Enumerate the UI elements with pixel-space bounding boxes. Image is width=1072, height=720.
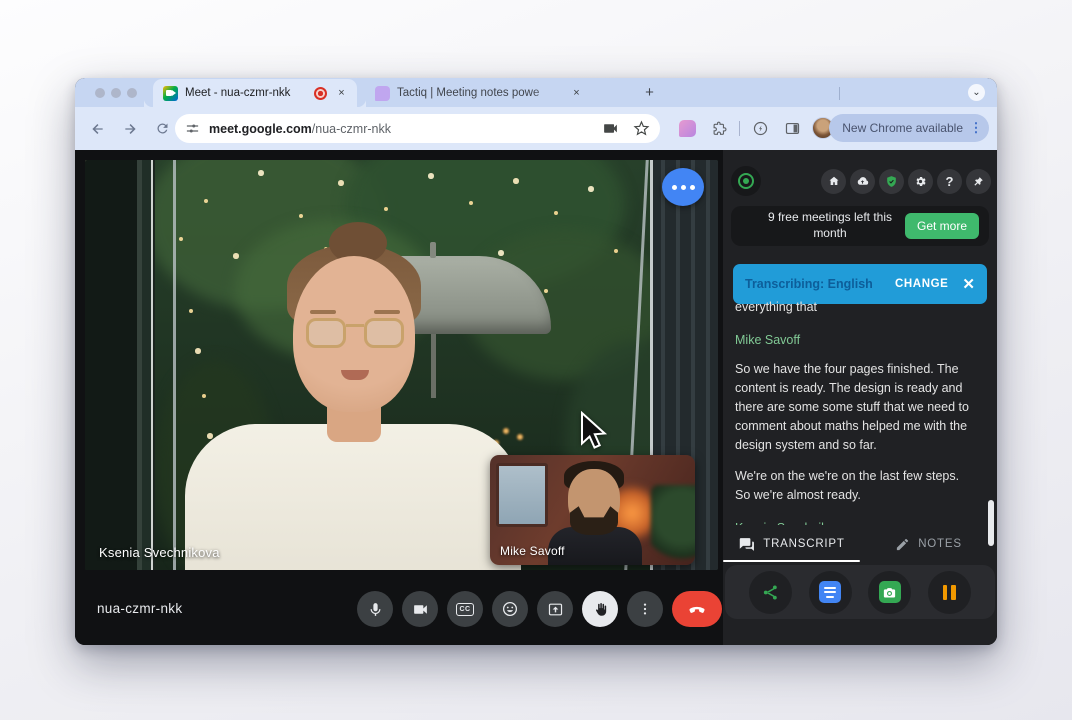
- reload-button[interactable]: [149, 116, 175, 142]
- reactions-button[interactable]: [492, 591, 528, 627]
- meet-page: Mike Savoff Ksenia Svechnikova nua-czmr-…: [75, 150, 997, 645]
- home-icon[interactable]: [821, 169, 846, 194]
- browser-menu-kebab-icon[interactable]: ⋮: [969, 120, 983, 136]
- settings-gear-icon[interactable]: [908, 169, 933, 194]
- extensions-puzzle-icon[interactable]: [707, 116, 731, 140]
- tab-divider: [839, 87, 840, 100]
- tab-title: Meet - nua-czmr-nkk: [185, 87, 307, 99]
- sidebar-tabs: TRANSCRIPT NOTES: [723, 528, 997, 560]
- site-settings-icon[interactable]: [185, 121, 200, 136]
- tab-strip: Meet - nua-czmr-nkk × Tactiq | Meeting n…: [75, 78, 997, 107]
- tab-search-chevron-icon[interactable]: ⌄: [968, 84, 985, 101]
- screenshot-button[interactable]: [868, 571, 911, 614]
- tab-transcript[interactable]: TRANSCRIPT: [723, 528, 860, 560]
- main-name-label: Ksenia Svechnikova: [99, 545, 220, 560]
- tactiq-status-icon: [731, 166, 761, 196]
- quota-text: 9 free meetings left this month: [755, 210, 905, 241]
- summary-doc-button[interactable]: [809, 571, 852, 614]
- recording-indicator-icon: [314, 87, 327, 100]
- tactiq-extension-icon[interactable]: [675, 116, 699, 140]
- tab-notes-label: NOTES: [918, 538, 962, 550]
- meet-control-bar: nua-czmr-nkk CC: [75, 570, 723, 645]
- participant-video-pip[interactable]: Mike Savoff: [490, 455, 695, 565]
- tab-transcript-label: TRANSCRIPT: [763, 538, 844, 550]
- pip-plant: [651, 485, 695, 565]
- url-path: /nua-czmr-nkk: [312, 122, 391, 136]
- change-language-button[interactable]: CHANGE: [895, 278, 948, 290]
- back-button[interactable]: [85, 116, 111, 142]
- share-button[interactable]: [749, 571, 792, 614]
- bookmark-star-icon[interactable]: [633, 120, 650, 137]
- window-minimize-button[interactable]: [111, 88, 121, 98]
- url-domain: meet.google.com: [209, 122, 312, 136]
- transcript-line: We're on the we're on the last few steps…: [735, 467, 973, 505]
- mouse-cursor: [578, 411, 608, 462]
- microphone-button[interactable]: [357, 591, 393, 627]
- transcript-line: So we have the four pages finished. The …: [735, 360, 973, 455]
- present-screen-button[interactable]: [537, 591, 573, 627]
- toolbar-divider: [739, 121, 740, 136]
- meeting-code: nua-czmr-nkk: [97, 601, 182, 616]
- chrome-update-label: New Chrome available: [842, 121, 963, 135]
- get-more-button[interactable]: Get more: [905, 213, 979, 239]
- chat-bubbles-icon: [738, 536, 755, 553]
- speaker-name: Ksenia Svechnikova: [735, 519, 973, 525]
- ksenia-glasses: [306, 318, 404, 350]
- address-bar[interactable]: meet.google.com/nua-czmr-nkk: [175, 114, 660, 143]
- transcript-panel[interactable]: everything that Mike Savoff So we have t…: [735, 298, 973, 525]
- quota-banner: 9 free meetings left this month Get more: [731, 206, 989, 246]
- end-call-button[interactable]: [672, 591, 722, 627]
- raise-hand-button[interactable]: [582, 591, 618, 627]
- tab-title: Tactiq | Meeting notes powe: [397, 87, 562, 99]
- tactiq-favicon: [375, 86, 390, 101]
- help-icon[interactable]: ?: [937, 169, 962, 194]
- transcript-line: everything that: [735, 298, 973, 317]
- new-tab-button[interactable]: +: [641, 84, 658, 101]
- cc-icon: CC: [456, 603, 474, 616]
- floating-chat-bubble-icon[interactable]: [662, 168, 704, 206]
- window-zoom-button[interactable]: [127, 88, 137, 98]
- help-glyph: ?: [946, 174, 954, 189]
- browser-window: Meet - nua-czmr-nkk × Tactiq | Meeting n…: [75, 78, 997, 645]
- chrome-update-button[interactable]: New Chrome available ⋮: [829, 114, 989, 142]
- pip-name-label: Mike Savoff: [500, 544, 565, 558]
- tab-meet[interactable]: Meet - nua-czmr-nkk ×: [153, 79, 357, 107]
- tab-notes[interactable]: NOTES: [860, 528, 997, 560]
- transcribing-label: Transcribing: English: [745, 277, 873, 291]
- url-text: meet.google.com/nua-czmr-nkk: [209, 120, 391, 138]
- tab-close-icon[interactable]: ×: [334, 86, 349, 101]
- camera-button[interactable]: [402, 591, 438, 627]
- captions-button[interactable]: CC: [447, 591, 483, 627]
- pencil-icon: [895, 537, 910, 552]
- meet-favicon: [163, 86, 178, 101]
- tab-close-icon[interactable]: ×: [569, 86, 584, 101]
- pause-transcription-button[interactable]: [928, 571, 971, 614]
- speed-badge-icon[interactable]: [748, 116, 772, 140]
- close-banner-icon[interactable]: ✕: [962, 275, 975, 293]
- camera-in-use-icon[interactable]: [602, 120, 619, 137]
- sidebar-action-bar: [725, 565, 995, 619]
- pin-icon[interactable]: [966, 169, 991, 194]
- forward-button[interactable]: [117, 116, 143, 142]
- more-options-button[interactable]: [627, 591, 663, 627]
- pip-window: [496, 463, 548, 527]
- ksenia-shirt: [185, 424, 521, 570]
- camera-icon: [879, 581, 901, 603]
- speaker-name: Mike Savoff: [735, 331, 973, 350]
- side-panel-icon[interactable]: [780, 116, 804, 140]
- shield-check-icon[interactable]: [879, 169, 904, 194]
- pause-icon: [943, 585, 956, 600]
- browser-toolbar: meet.google.com/nua-czmr-nkk: [75, 107, 997, 150]
- cloud-upload-icon[interactable]: [850, 169, 875, 194]
- tactiq-sidebar: ? 9 free meetings left this month Get mo…: [723, 150, 997, 645]
- doc-icon: [819, 581, 841, 603]
- participant-video-main[interactable]: Mike Savoff Ksenia Svechnikova: [85, 160, 718, 570]
- tab-tactiq[interactable]: Tactiq | Meeting notes powe ×: [363, 79, 633, 107]
- window-close-button[interactable]: [95, 88, 105, 98]
